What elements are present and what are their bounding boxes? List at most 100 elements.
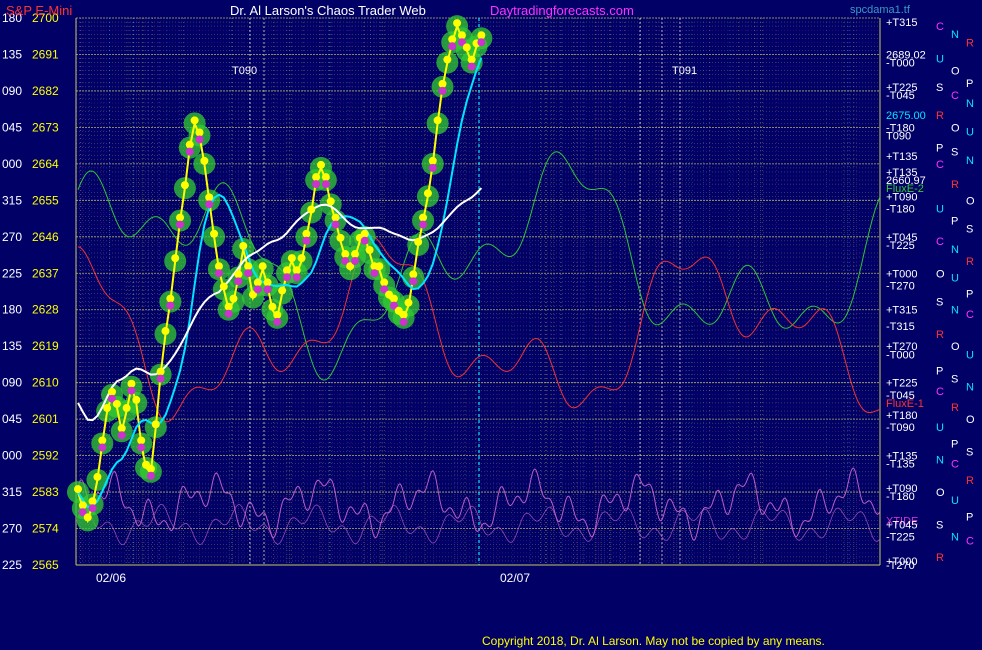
planet-label: R [936, 329, 944, 341]
level-label: -T045 [886, 90, 915, 102]
y-tick-label: 2628 [32, 303, 59, 317]
chart-title: Dr. Al Larson's Chaos Trader Web [230, 3, 426, 18]
price-dot-low [370, 269, 379, 278]
planet-label: S [936, 82, 943, 94]
y-angle-label: 090 [2, 376, 22, 390]
y-angle-label: 225 [2, 266, 22, 280]
planet-label: O [951, 66, 960, 78]
planet-label: U [936, 54, 944, 66]
y-angle-label: 315 [2, 485, 22, 499]
price-dot-high [457, 31, 466, 40]
price-dot-high [331, 213, 340, 222]
y-tick-label: 2691 [32, 47, 59, 61]
price-dot-high [132, 395, 141, 404]
planet-label: R [951, 179, 959, 191]
y-tick-label: 2619 [32, 339, 59, 353]
price-dot-low [156, 374, 165, 383]
y-angle-label: 225 [2, 558, 22, 572]
planet-label: O [951, 341, 960, 353]
price-dot-high [229, 294, 238, 303]
price-dot-high [302, 229, 311, 238]
price-dot-high [268, 302, 277, 311]
planet-label: C [936, 21, 944, 33]
price-dot-low [282, 273, 291, 282]
price-dot-low [234, 277, 243, 286]
price-dot-high [341, 250, 350, 259]
price-dot-high [108, 387, 117, 396]
price-dot-high [78, 501, 87, 510]
price-dot-high [423, 189, 432, 198]
price-dot-low [312, 180, 321, 189]
planet-label: R [966, 475, 974, 487]
price-dot-low [351, 257, 360, 266]
price-dot-low [321, 180, 330, 189]
level-label: +T045 [886, 519, 918, 531]
symbol-title: S&P E-Mini [6, 3, 73, 18]
price-dot-high [419, 213, 428, 222]
y-angle-label: 000 [2, 157, 22, 171]
level-label: T090 [886, 131, 911, 143]
price-dot-low [146, 471, 155, 480]
y-angle-label: 045 [2, 412, 22, 426]
y-angle-label: 270 [2, 230, 22, 244]
planet-label: N [936, 455, 944, 467]
planet-label: N [951, 29, 959, 41]
price-dot-high [171, 254, 180, 263]
price-dot-high [185, 140, 194, 149]
price-dot-high [414, 237, 423, 246]
price-dot-high [239, 241, 248, 250]
site-name[interactable]: Daytradingforecasts.com [490, 3, 634, 18]
y-tick-label: 2673 [32, 120, 59, 134]
planet-label: N [951, 244, 959, 256]
y-tick-label: 2574 [32, 522, 59, 536]
price-dot-high [360, 229, 369, 238]
y-tick-label: 2637 [32, 266, 59, 280]
price-dot-low [477, 38, 486, 47]
planet-label: S [936, 519, 943, 531]
price-dot-high [409, 270, 418, 279]
planet-label: U [936, 422, 944, 434]
price-dot-high [74, 485, 82, 494]
planet-label: U [966, 126, 974, 138]
y-tick-label: 2592 [32, 449, 59, 463]
price-dot-low [399, 317, 408, 326]
level-label: +T135 [886, 151, 918, 163]
price-dot-high [122, 404, 131, 413]
price-dot-high [219, 282, 228, 291]
price-dot-high [224, 302, 233, 311]
planet-label: R [966, 37, 974, 49]
price-dot-low [127, 386, 136, 395]
y-angle-label: 180 [2, 303, 22, 317]
planet-label: O [951, 122, 960, 134]
price-dot-high [278, 286, 287, 295]
price-dot-high [214, 262, 223, 271]
level-label: -T315 [886, 321, 915, 333]
chart-canvas: 180 2700135 2691090 2682045 2673000 2664315 26… [2, 11, 975, 585]
price-dot-low [214, 269, 223, 278]
price-dot-low [438, 86, 447, 95]
planet-label: C [951, 90, 959, 102]
planet-label: S [951, 374, 958, 386]
price-dot-high [287, 254, 296, 263]
price-dot-high [127, 379, 136, 388]
y-tick-label: 2664 [32, 157, 59, 171]
y-angle-label: 045 [2, 120, 22, 134]
price-dot-high [477, 31, 486, 40]
y-tick-label: 2646 [32, 230, 59, 244]
price-dot-high [380, 278, 389, 287]
price-dot-low [302, 236, 311, 245]
y-angle-label: 135 [2, 339, 22, 353]
planet-label: P [951, 216, 958, 228]
planet-label: S [951, 147, 958, 159]
planet-label: C [966, 309, 974, 321]
price-dot-low [263, 285, 272, 294]
level-label: -T270 [886, 280, 915, 292]
price-dot-high [326, 197, 335, 206]
price-dot-high [292, 266, 301, 275]
price-dot-high [195, 128, 204, 137]
price-dot-high [200, 156, 209, 165]
y-tick-label: 2655 [32, 193, 59, 207]
price-dot-high [467, 55, 476, 64]
price-dot-low [292, 273, 301, 282]
price-dot-high [307, 205, 316, 214]
